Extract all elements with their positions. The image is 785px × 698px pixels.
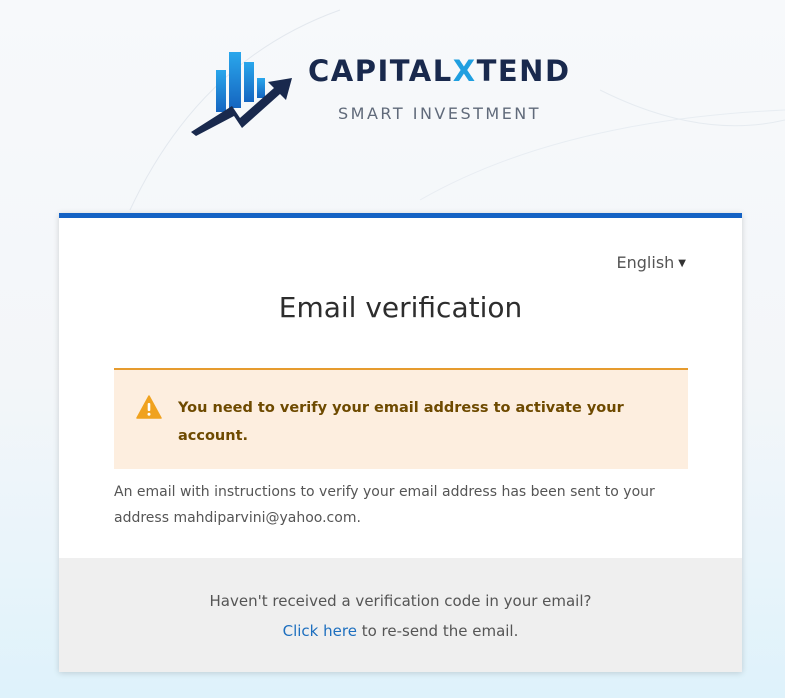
brand-tagline: SMART INVESTMENT (338, 104, 542, 123)
card-accent-bar (59, 213, 742, 218)
resend-line: Click here to re-send the email. (283, 622, 519, 640)
brand-name: CAPITALXTEND (308, 54, 571, 88)
resend-question: Haven't received a verification code in … (209, 592, 592, 610)
resend-email-link[interactable]: Click here (283, 622, 357, 640)
brand-name-x: X (452, 54, 477, 88)
resend-footer: Haven't received a verification code in … (59, 558, 742, 672)
info-message: An email with instructions to verify you… (114, 484, 655, 526)
language-selector[interactable]: English ▼ (617, 253, 686, 272)
page-title: Email verification (278, 291, 523, 324)
warning-triangle-icon (136, 395, 162, 419)
caret-down-icon: ▼ (678, 258, 686, 269)
resend-suffix: to re-send the email. (356, 622, 519, 640)
verification-card: English ▼ Email verification You need to … (59, 213, 742, 672)
warning-alert: You need to verify your email address to… (114, 368, 688, 469)
language-label: English (616, 253, 675, 272)
brand-logo: CAPITALXTEND SMART INVESTMENT (188, 44, 628, 136)
alert-message: You need to verify your email address to… (178, 400, 624, 444)
chart-arrow-logo-icon (191, 52, 292, 136)
